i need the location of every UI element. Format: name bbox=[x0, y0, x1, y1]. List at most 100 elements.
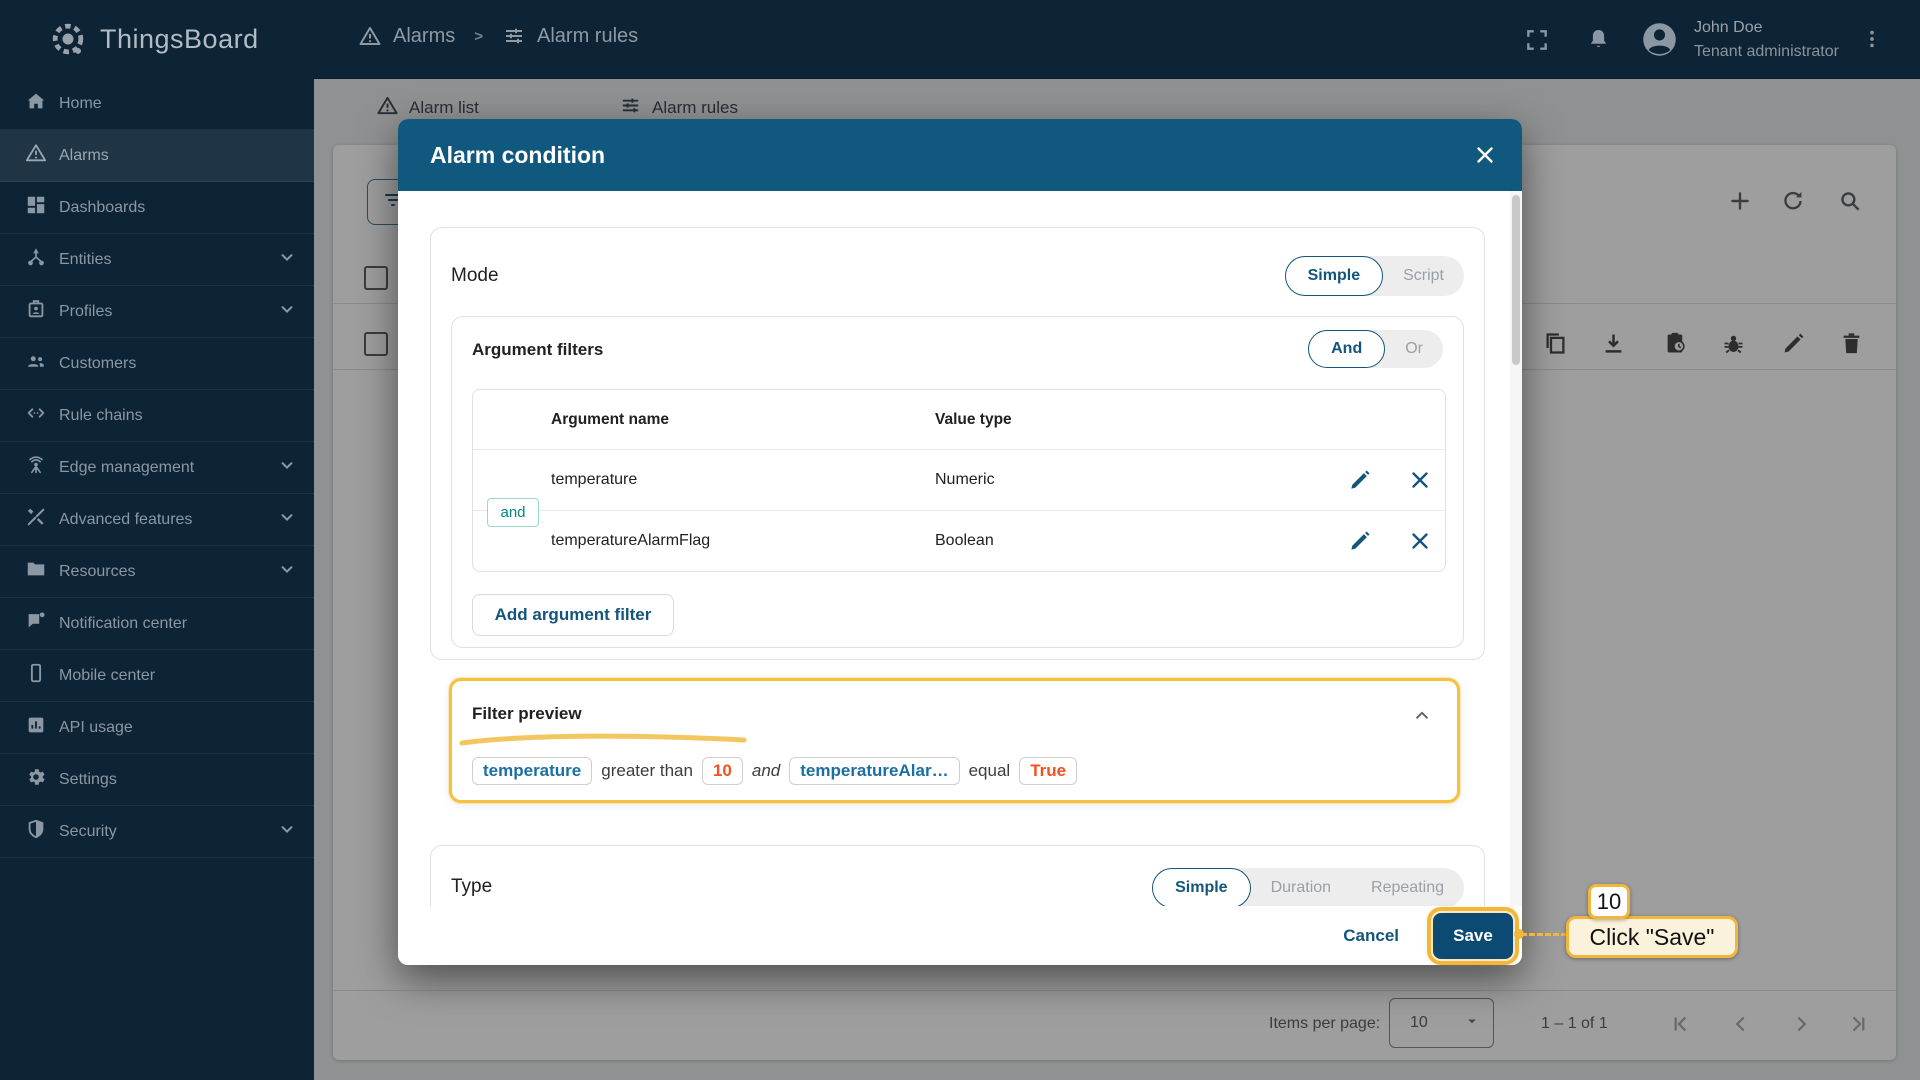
remove-x-icon[interactable] bbox=[1407, 528, 1433, 554]
operator-toggle: And Or bbox=[1308, 330, 1443, 368]
cancel-button[interactable]: Cancel bbox=[1333, 918, 1409, 954]
collapse-chevron-up-icon[interactable] bbox=[1411, 705, 1433, 732]
column-argument-name: Argument name bbox=[551, 410, 669, 428]
type-option-duration[interactable]: Duration bbox=[1251, 868, 1351, 906]
tools-icon bbox=[25, 506, 47, 533]
dashboards-icon bbox=[25, 194, 47, 221]
mode-option-simple[interactable]: Simple bbox=[1284, 256, 1384, 296]
annotation-instruction: Click "Save" bbox=[1566, 916, 1738, 958]
annotation-connector-line bbox=[1521, 933, 1567, 936]
app-header: ThingsBoard Alarms > Alarm rules John Do… bbox=[0, 0, 1920, 79]
operator-option-or[interactable]: Or bbox=[1385, 330, 1443, 368]
sidebar-item-label: Notification center bbox=[59, 614, 188, 632]
fullscreen-icon[interactable] bbox=[1524, 27, 1550, 58]
filter-expression: temperature greater than 10 and temperat… bbox=[472, 757, 1078, 785]
save-button[interactable]: Save bbox=[1427, 906, 1519, 965]
alarms-breadcrumb-icon bbox=[358, 24, 382, 48]
breadcrumb-section[interactable]: Alarms bbox=[393, 25, 455, 48]
sidebar-item-label: API usage bbox=[59, 718, 133, 736]
table-row: temperatureAlarmFlag Boolean bbox=[473, 510, 1445, 571]
dialog-body: Mode Simple Script Argument filters And … bbox=[398, 191, 1522, 906]
user-name: John Doe bbox=[1694, 19, 1763, 36]
expression-operator: equal bbox=[968, 761, 1011, 780]
sidebar-item-home[interactable]: Home bbox=[0, 78, 314, 130]
dialog-scrollbar[interactable] bbox=[1510, 191, 1522, 906]
avatar[interactable] bbox=[1640, 20, 1679, 64]
chevron-down-icon bbox=[278, 820, 296, 843]
sidebar-item-label: Customers bbox=[59, 354, 137, 372]
chevron-down-icon bbox=[278, 248, 296, 271]
value-type-value: Numeric bbox=[935, 471, 995, 488]
thingsboard-app: ThingsBoard Alarms > Alarm rules John Do… bbox=[0, 0, 1920, 1080]
app-title: ThingsBoard bbox=[100, 24, 259, 54]
sidebar-item-mobile-center[interactable]: Mobile center bbox=[0, 650, 314, 702]
alarm-rules-breadcrumb-icon bbox=[502, 24, 526, 48]
sidebar-item-label: Rule chains bbox=[59, 406, 143, 424]
sidebar-item-edge-management[interactable]: Edge management bbox=[0, 442, 314, 494]
kebab-menu-icon[interactable] bbox=[1861, 28, 1883, 55]
value-type-value: Boolean bbox=[935, 532, 994, 549]
sidebar-item-security[interactable]: Security bbox=[0, 806, 314, 858]
argument-filters-title: Argument filters bbox=[472, 340, 604, 359]
customers-icon bbox=[25, 350, 47, 377]
alarm-condition-dialog: Alarm condition Mode Simple Script Argum… bbox=[398, 119, 1522, 965]
dialog-title: Alarm condition bbox=[430, 141, 606, 168]
sidebar-item-rule-chains[interactable]: Rule chains bbox=[0, 390, 314, 442]
remove-x-icon[interactable] bbox=[1407, 467, 1433, 493]
sidebar-item-resources[interactable]: Resources bbox=[0, 546, 314, 598]
breadcrumb-separator: > bbox=[474, 27, 483, 45]
mobile-icon bbox=[25, 662, 47, 689]
type-label: Type bbox=[451, 876, 493, 897]
expression-join: and bbox=[751, 761, 781, 780]
close-icon[interactable] bbox=[1472, 142, 1498, 168]
sidebar-item-label: Settings bbox=[59, 770, 117, 788]
sidebar-item-label: Edge management bbox=[59, 458, 195, 476]
scrollbar-thumb[interactable] bbox=[1512, 195, 1520, 365]
table-header-row: Argument name Value type bbox=[473, 390, 1445, 449]
sidebar-item-advanced-features[interactable]: Advanced features bbox=[0, 494, 314, 546]
home-icon bbox=[25, 90, 47, 117]
entities-icon bbox=[25, 246, 47, 273]
mode-section: Mode Simple Script Argument filters And … bbox=[430, 227, 1485, 660]
chevron-down-icon bbox=[278, 456, 296, 479]
sidebar-item-notification-center[interactable]: Notification center bbox=[0, 598, 314, 650]
sidebar: Home Alarms Dashboards Entities Profiles… bbox=[0, 78, 314, 1080]
add-argument-filter-button[interactable]: Add argument filter bbox=[472, 594, 674, 636]
sidebar-item-dashboards[interactable]: Dashboards bbox=[0, 182, 314, 234]
filter-preview-title: Filter preview bbox=[472, 704, 582, 723]
type-option-repeating[interactable]: Repeating bbox=[1351, 868, 1464, 906]
type-option-simple[interactable]: Simple bbox=[1152, 868, 1251, 906]
sidebar-item-settings[interactable]: Settings bbox=[0, 754, 314, 806]
argument-name-value: temperatureAlarmFlag bbox=[551, 532, 711, 549]
sidebar-item-label: Entities bbox=[59, 250, 112, 268]
sidebar-item-label: Mobile center bbox=[59, 666, 156, 684]
profiles-icon bbox=[25, 298, 47, 325]
sidebar-item-alarms[interactable]: Alarms bbox=[0, 130, 314, 182]
folder-icon bbox=[25, 558, 47, 585]
expression-value-chip: 10 bbox=[701, 757, 743, 785]
operator-option-and[interactable]: And bbox=[1308, 330, 1386, 368]
mode-label: Mode bbox=[451, 265, 499, 286]
sidebar-item-label: Dashboards bbox=[59, 198, 146, 216]
chevron-down-icon bbox=[278, 300, 296, 323]
breadcrumb: Alarms > Alarm rules bbox=[358, 24, 638, 48]
mode-option-script[interactable]: Script bbox=[1383, 256, 1464, 296]
sidebar-item-api-usage[interactable]: API usage bbox=[0, 702, 314, 754]
notifications-bell-icon[interactable] bbox=[1585, 26, 1612, 58]
annotation-connector-dot bbox=[1514, 929, 1524, 939]
sidebar-item-customers[interactable]: Customers bbox=[0, 338, 314, 390]
edit-pencil-icon[interactable] bbox=[1347, 467, 1373, 493]
column-value-type: Value type bbox=[935, 410, 1012, 428]
api-usage-icon bbox=[25, 714, 47, 741]
argument-name-value: temperature bbox=[551, 471, 638, 488]
sidebar-item-profiles[interactable]: Profiles bbox=[0, 286, 314, 338]
expression-argument-chip: temperature bbox=[472, 757, 593, 785]
edit-pencil-icon[interactable] bbox=[1347, 528, 1373, 554]
sidebar-item-label: Resources bbox=[59, 562, 136, 580]
type-toggle: Simple Duration Repeating bbox=[1152, 868, 1464, 906]
expression-value-chip: True bbox=[1019, 757, 1078, 785]
argument-filters-table: Argument name Value type temperature Num… bbox=[472, 389, 1446, 572]
argument-filters-section: Argument filters And Or Argument name Va… bbox=[451, 316, 1464, 648]
sidebar-item-entities[interactable]: Entities bbox=[0, 234, 314, 286]
expression-argument-chip: temperatureAlar… bbox=[789, 757, 960, 785]
